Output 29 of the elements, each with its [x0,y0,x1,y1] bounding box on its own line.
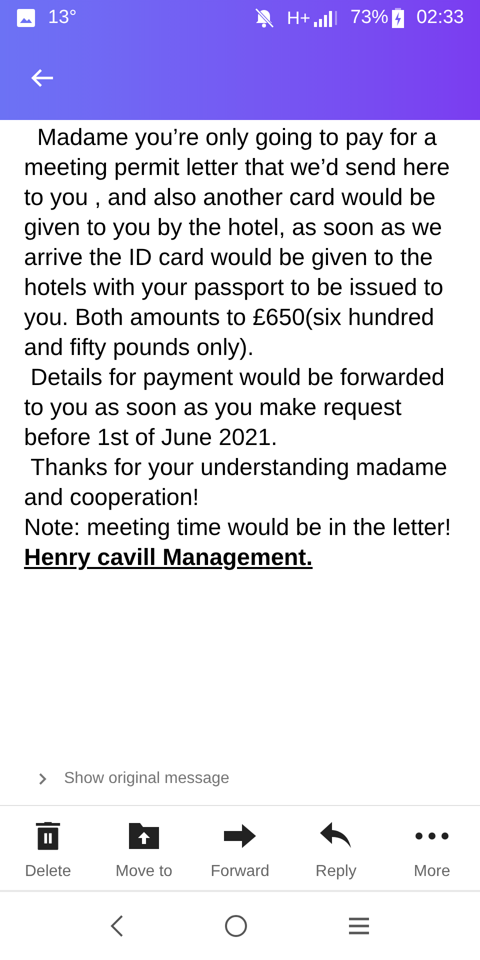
show-original-button[interactable]: Show original message [38,767,230,791]
menu-icon[interactable] [348,915,370,937]
delete-button[interactable]: Delete [0,816,96,884]
back-nav-icon[interactable] [110,914,124,938]
message-paragraph: Madame you’re only going to pay for a meeting permit letter that we’d send here to you , and also another card would be given to you by the hotel, as soon as we arrive the ID card would be given to the hotels with your passport to be issued to you. Both amounts to £650(six hundred and fifty pounds only). [24,123,451,362]
reply-button[interactable]: Reply [288,816,384,884]
reply-arrow-icon [320,822,352,850]
home-nav-icon[interactable] [224,914,248,938]
signature: Henry cavill Management. [24,543,313,572]
chevron-right-icon [38,772,48,786]
trash-icon [35,822,61,850]
more-button[interactable]: More [384,816,480,884]
signal-icon [314,9,338,27]
battery-charging-icon [392,8,404,28]
more-icon [415,832,449,840]
message-paragraph: Thanks for your understanding madame and cooperation! [24,453,448,512]
image-icon [16,8,36,28]
back-arrow-icon [29,67,55,89]
network-type: H+ [286,6,310,30]
forward-button[interactable]: Forward [192,816,288,884]
folder-upload-icon [129,823,159,849]
muted-bell-icon [252,7,275,29]
message-paragraph: Note: meeting time would be in the letter! [24,513,452,542]
clock: 02:33 [416,6,464,30]
message-paragraph: Details for payment would be forwarded to you as soon as you make request before 1st of June 2021. [24,363,446,452]
battery-level: 73% [350,6,388,30]
move-button[interactable]: Move to [96,816,192,884]
temperature: 13° [48,6,77,30]
right-arrow-icon [224,824,256,848]
